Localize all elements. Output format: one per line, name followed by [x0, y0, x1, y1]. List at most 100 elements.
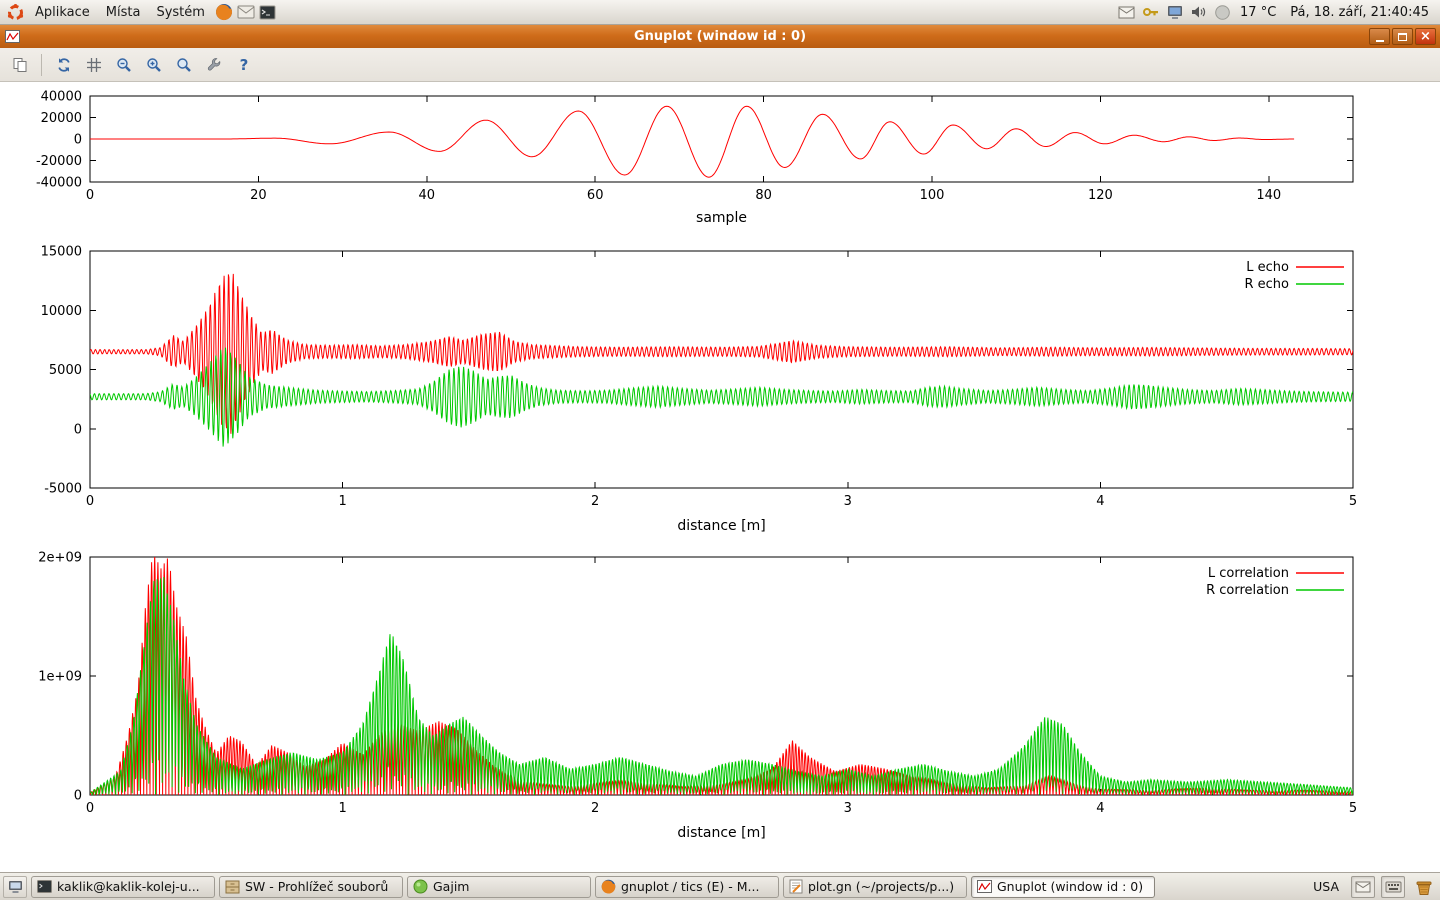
show-desktop-icon [8, 880, 23, 894]
mail-notification-icon[interactable] [1117, 3, 1136, 22]
menu-places[interactable]: Místa [98, 2, 149, 23]
autoscale-button[interactable] [170, 52, 197, 78]
y-tick-label: 40000 [41, 90, 82, 105]
taskbar-window-label: kaklik@kaklik-kolej-u... [57, 879, 200, 894]
gnuplot-icon [977, 880, 992, 893]
clock[interactable]: Pá, 18. září, 21:40:45 [1284, 5, 1435, 20]
x-axis-label: distance [m] [677, 825, 765, 841]
close-button[interactable]: × [1415, 28, 1436, 45]
zoom-previous-icon [116, 57, 132, 73]
maximize-icon [1398, 33, 1407, 41]
taskbar-window-label: plot.gn (~/projects/p...) [808, 879, 954, 894]
x-tick-label: 5 [1349, 494, 1357, 509]
keyboard-applet-icon [1385, 881, 1402, 893]
y-tick-label: 10000 [41, 304, 82, 319]
taskbar-window-gnuplot[interactable]: Gnuplot (window id : 0) [971, 876, 1155, 898]
y-tick-label: 0 [74, 789, 82, 804]
x-tick-label: 120 [1088, 188, 1113, 203]
legend-label: L echo [1246, 260, 1289, 275]
svg-text:?: ? [239, 57, 248, 73]
toolbar-separator [41, 54, 42, 76]
text-editor-icon [789, 879, 803, 894]
x-tick-label: 1 [338, 494, 346, 509]
replot-button[interactable] [50, 52, 77, 78]
show-desktop-button[interactable] [3, 876, 27, 898]
chart-1[interactable]: 012345-5000050001000015000distance [m]L … [0, 240, 1440, 545]
y-tick-label: 20000 [41, 111, 82, 126]
x-tick-label: 60 [587, 188, 604, 203]
x-tick-label: 5 [1349, 801, 1357, 816]
toggle-grid-button[interactable] [80, 52, 107, 78]
taskbar-window-text-editor[interactable]: plot.gn (~/projects/p...) [783, 876, 967, 898]
config-button[interactable] [200, 52, 227, 78]
mail-launcher-icon[interactable] [235, 1, 257, 23]
plot-border [90, 251, 1353, 488]
menu-applications[interactable]: Aplikace [27, 2, 98, 23]
taskbar-window-terminal[interactable]: kaklik@kaklik-kolej-u... [31, 876, 215, 898]
y-tick-label: -40000 [36, 176, 82, 191]
keyboard-layout-indicator[interactable]: USA [1307, 877, 1345, 896]
chart-0[interactable]: 020406080100120140-40000-200000200004000… [0, 82, 1440, 240]
y-tick-label: 5000 [49, 363, 82, 378]
taskbar-window-label: gnuplot / tics (E) - M... [621, 879, 759, 894]
terminal-launcher-icon[interactable] [257, 1, 279, 23]
y-tick-label: 0 [74, 422, 82, 437]
gnuplot-window-icon [5, 29, 23, 45]
close-icon: × [1420, 30, 1431, 43]
taskbar-window-label: Gnuplot (window id : 0) [997, 879, 1143, 894]
file-manager-icon [225, 880, 240, 894]
zoom-next-button[interactable] [140, 52, 167, 78]
chart-2[interactable]: 01234501e+092e+09distance [m]L correlati… [0, 545, 1440, 860]
firefox-launcher-icon[interactable] [213, 1, 235, 23]
ubuntu-logo-icon[interactable] [5, 2, 25, 22]
x-tick-label: 2 [591, 494, 599, 509]
zoom-next-icon [146, 57, 162, 73]
zoom-previous-button[interactable] [110, 52, 137, 78]
x-tick-label: 4 [1096, 494, 1104, 509]
maximize-button[interactable] [1392, 28, 1413, 45]
minimize-icon [1376, 40, 1384, 42]
x-tick-label: 3 [844, 801, 852, 816]
y-tick-label: -20000 [36, 154, 82, 169]
help-button[interactable]: ? [230, 52, 257, 78]
x-tick-label: 2 [591, 801, 599, 816]
y-tick-label: 2e+09 [38, 551, 82, 566]
taskbar-window-label: SW - Prohlížeč souborů [245, 879, 388, 894]
keyboard-applet-button[interactable] [1381, 876, 1405, 898]
keyring-icon[interactable] [1141, 3, 1160, 22]
temperature-indicator[interactable]: 17 °C [1237, 5, 1279, 20]
y-tick-label: 0 [74, 133, 82, 148]
gnome-taskbar: kaklik@kaklik-kolej-u... SW - Prohlížeč … [0, 872, 1440, 900]
trash-icon [1415, 878, 1433, 896]
minimize-button[interactable] [1369, 28, 1390, 45]
trash-button[interactable] [1411, 875, 1437, 899]
volume-icon[interactable] [1189, 3, 1208, 22]
network-monitor-icon[interactable] [1165, 3, 1184, 22]
x-tick-label: 3 [844, 494, 852, 509]
x-tick-label: 0 [86, 494, 94, 509]
x-tick-label: 0 [86, 801, 94, 816]
mail-applet-button[interactable] [1351, 876, 1375, 898]
weather-icon[interactable] [1213, 3, 1232, 22]
menu-system[interactable]: Systém [148, 2, 212, 23]
taskbar-window-firefox[interactable]: gnuplot / tics (E) - M... [595, 876, 779, 898]
copy-icon [12, 57, 28, 73]
x-tick-label: 4 [1096, 801, 1104, 816]
copy-to-clipboard-button[interactable] [6, 52, 33, 78]
grid-icon [86, 57, 102, 73]
x-tick-label: 40 [419, 188, 436, 203]
gnuplot-canvas[interactable]: 020406080100120140-40000-200000200004000… [0, 82, 1440, 872]
x-tick-label: 1 [338, 801, 346, 816]
x-axis-label: distance [m] [677, 518, 765, 534]
x-tick-label: 100 [920, 188, 945, 203]
taskbar-window-label: Gajim [433, 879, 469, 894]
taskbar-window-gajim[interactable]: Gajim [407, 876, 591, 898]
terminal-icon [37, 880, 52, 893]
wrench-icon [206, 57, 222, 73]
plot-border [90, 96, 1353, 182]
firefox-icon [601, 879, 616, 894]
window-titlebar[interactable]: Gnuplot (window id : 0) × [0, 25, 1440, 48]
x-tick-label: 80 [755, 188, 772, 203]
y-tick-label: 1e+09 [38, 670, 82, 685]
taskbar-window-file-manager[interactable]: SW - Prohlížeč souborů [219, 876, 403, 898]
